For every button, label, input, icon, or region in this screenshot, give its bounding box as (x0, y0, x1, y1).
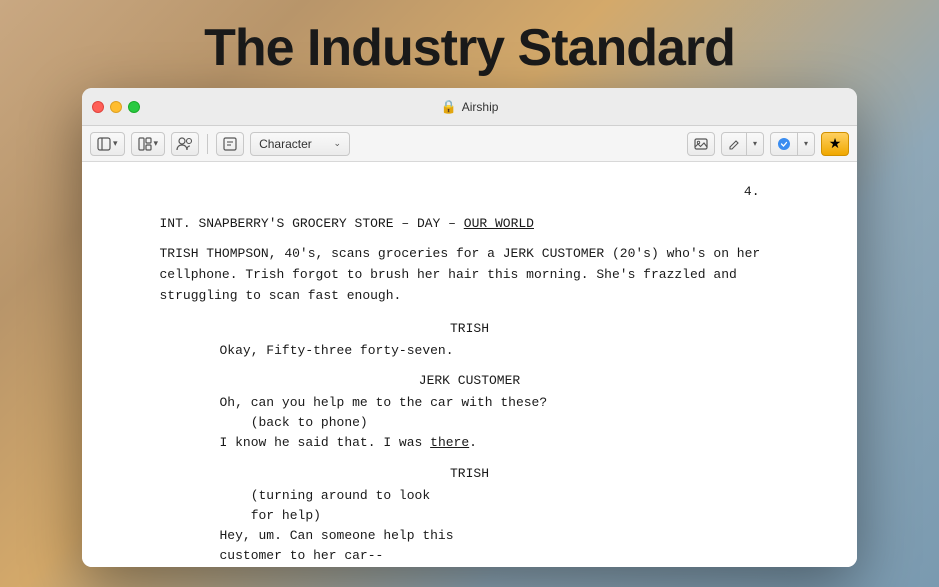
airship-icon: 🔒 (441, 99, 457, 115)
layout-button[interactable]: ▾ (131, 132, 166, 156)
title-bar: 🔒 Airship (82, 88, 857, 126)
character-name-jerk-customer: JERK CUSTOMER (160, 371, 780, 391)
app-window: 🔒 Airship ▾ ▾ (82, 88, 857, 567)
toolbar: ▾ ▾ (82, 126, 857, 162)
check-dropdown-icon: ▾ (804, 139, 808, 148)
check-chevron-button[interactable]: ▾ (798, 133, 814, 155)
maximize-button[interactable] (128, 101, 140, 113)
note-icon (223, 137, 237, 151)
scene-heading: INT. SNAPBERRY'S GROCERY STORE – DAY – O… (160, 214, 780, 234)
action-paragraph-1: TRISH THOMPSON, 40's, scans groceries fo… (160, 244, 780, 306)
pen-dropdown-icon: ▾ (753, 139, 757, 148)
scene-heading-text: INT. SNAPBERRY'S GROCERY STORE – DAY – (160, 216, 456, 231)
star-button[interactable]: ★ (821, 132, 849, 156)
people-icon (176, 137, 194, 151)
character-dropdown-label: Character (259, 137, 312, 151)
script-area[interactable]: 4. INT. SNAPBERRY'S GROCERY STORE – DAY … (82, 162, 857, 567)
character-name-trish-1: TRISH (160, 319, 780, 339)
page-number: 4. (160, 182, 780, 202)
minimize-button[interactable] (110, 101, 122, 113)
scene-heading-underlined: OUR WORLD (464, 216, 534, 231)
sidebar-icon (97, 137, 111, 151)
close-button[interactable] (92, 101, 104, 113)
image-icon (694, 137, 708, 151)
chevron-down-icon: ▾ (113, 138, 118, 149)
note-button[interactable] (216, 132, 244, 156)
pen-button-group[interactable]: ▾ (721, 132, 764, 156)
script-content: 4. INT. SNAPBERRY'S GROCERY STORE – DAY … (120, 162, 820, 567)
window-title-area: 🔒 Airship (441, 99, 499, 115)
underlined-there: there (430, 435, 469, 450)
separator-1 (207, 134, 208, 154)
dropdown-chevron-icon: ⌄ (334, 138, 342, 149)
layout-chevron-icon: ▾ (154, 138, 159, 149)
dialogue-trish-2: (turning around to look for help) Hey, u… (160, 486, 780, 567)
pen-icon (728, 138, 740, 150)
pen-button[interactable] (722, 133, 747, 155)
dialogue-jerk-customer: Oh, can you help me to the car with thes… (160, 393, 780, 453)
check-circle-icon (777, 137, 791, 151)
check-button-group[interactable]: ▾ (770, 132, 815, 156)
dialogue-trish-1: Okay, Fifty-three forty-seven. (160, 341, 780, 361)
character-dropdown[interactable]: Character ⌄ (250, 132, 350, 156)
window-title: Airship (462, 100, 499, 114)
people-button[interactable] (171, 132, 199, 156)
sidebar-toggle-button[interactable]: ▾ (90, 132, 125, 156)
check-button[interactable] (771, 133, 798, 155)
traffic-lights (92, 101, 140, 113)
layout-icon (138, 137, 152, 151)
page-title: The Industry Standard (0, 18, 939, 78)
character-name-trish-2: TRISH (160, 464, 780, 484)
star-icon: ★ (829, 135, 842, 152)
pen-chevron-button[interactable]: ▾ (747, 133, 763, 155)
image-button[interactable] (687, 132, 715, 156)
